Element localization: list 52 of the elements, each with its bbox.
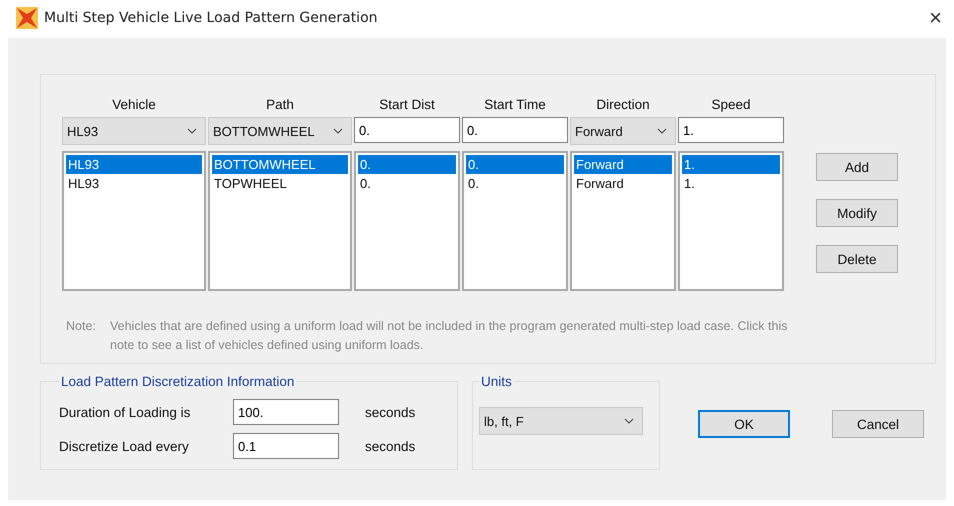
caret-icon	[187, 128, 197, 134]
input-field[interactable]: 1.	[678, 117, 784, 143]
close-button[interactable]: ×	[929, 5, 942, 31]
dropdown[interactable]: Forward	[570, 117, 676, 145]
column-header: Speed	[710, 96, 752, 112]
list-box[interactable]: 0. 0.	[354, 151, 460, 291]
input-field[interactable]: 100.	[233, 399, 339, 425]
list-box[interactable]: 1. 1.	[678, 151, 784, 291]
app-logo-icon	[16, 7, 38, 29]
list-item[interactable]: 0.	[466, 174, 564, 193]
list-box[interactable]: BOTTOMWHEEL TOPWHEEL	[208, 151, 352, 291]
input-field[interactable]: 0.	[462, 117, 568, 143]
list-item[interactable]: HL93	[66, 155, 202, 174]
list-box[interactable]: HL93 HL93	[62, 151, 206, 291]
action-button[interactable]: Modify	[816, 199, 898, 227]
column-header: Path	[265, 96, 295, 112]
unit-label: seconds	[365, 404, 416, 420]
column-header: Direction	[595, 96, 651, 112]
caret-icon	[333, 128, 343, 134]
field-label: Discretize Load every	[59, 438, 190, 454]
group-title: Load Pattern Discretization Information	[60, 374, 296, 389]
action-button[interactable]: Delete	[816, 245, 898, 273]
list-item[interactable]: 1.	[682, 155, 780, 174]
list-item[interactable]: 0.	[358, 174, 456, 193]
list-item[interactable]: BOTTOMWHEEL	[212, 155, 348, 174]
caret-icon	[657, 128, 667, 134]
list-item[interactable]: Forward	[574, 174, 672, 193]
list-item[interactable]: HL93	[66, 174, 202, 193]
list-item[interactable]: TOPWHEEL	[212, 174, 348, 193]
input-field[interactable]: 0.	[354, 117, 460, 143]
caret-icon	[624, 418, 634, 424]
dropdown[interactable]: HL93	[62, 117, 206, 145]
list-box[interactable]: Forward Forward	[570, 151, 676, 291]
window-title: Multi Step Vehicle Live Load Pattern Generation	[44, 10, 379, 26]
dialog-button[interactable]: OK	[698, 410, 790, 438]
list-item[interactable]: 1.	[682, 174, 780, 193]
input-field[interactable]: 0.1	[233, 433, 339, 459]
list-box[interactable]: 0. 0.	[462, 151, 568, 291]
column-header: Start Dist	[378, 96, 436, 112]
note-label: Note:	[66, 318, 97, 335]
dialog-button[interactable]: Cancel	[832, 410, 924, 438]
group-title: Units	[480, 374, 513, 389]
list-item[interactable]: Forward	[574, 155, 672, 174]
action-button[interactable]: Add	[816, 153, 898, 181]
column-header: Vehicle	[111, 96, 157, 112]
column-header: Start Time	[483, 96, 547, 112]
list-item[interactable]: 0.	[466, 155, 564, 174]
field-label: Duration of Loading is	[59, 404, 192, 420]
units-dropdown[interactable]: lb, ft, F	[479, 407, 643, 435]
list-item[interactable]: 0.	[358, 155, 456, 174]
unit-label: seconds	[365, 438, 416, 454]
dropdown[interactable]: BOTTOMWHEEL	[208, 117, 352, 145]
